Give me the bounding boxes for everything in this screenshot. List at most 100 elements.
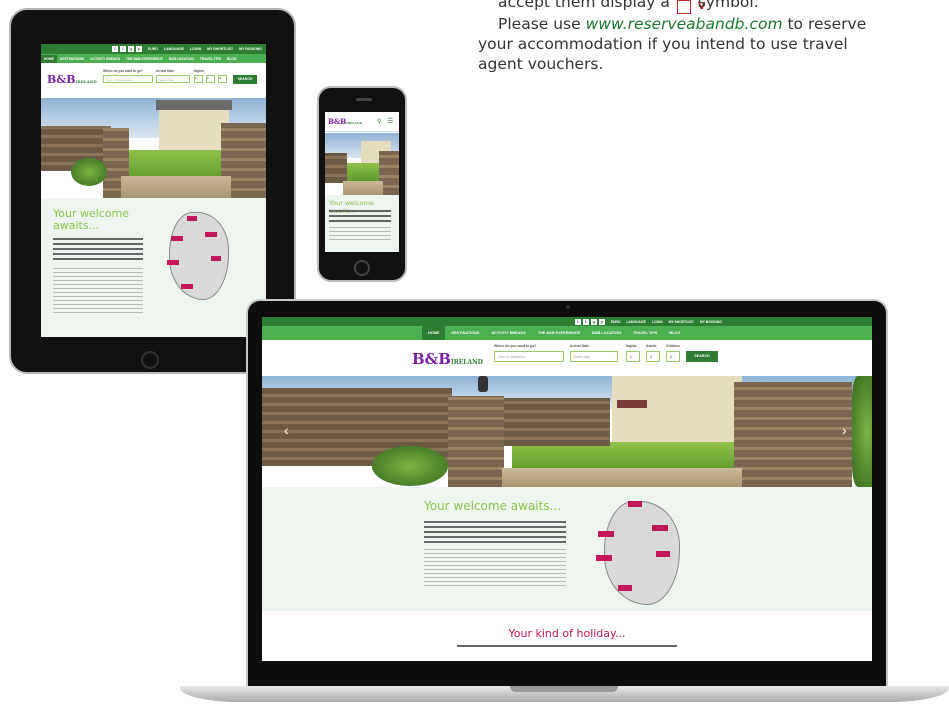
welcome-title: Your welcome awaits... (424, 499, 562, 513)
map-pin[interactable] (618, 585, 632, 591)
laptop-screen: f t g p EURO LANGUAGE LOGIN MY SHORTLIST… (262, 317, 872, 661)
arrival-input[interactable]: Select date (156, 75, 190, 83)
reserve-link[interactable]: www.reserveabandb.com (586, 15, 783, 33)
adults-select[interactable]: 2 (206, 75, 215, 83)
iphone-welcome: Your welcome awaits... (325, 195, 399, 252)
search-button[interactable]: SEARCH (233, 75, 257, 84)
map-pin[interactable] (652, 525, 668, 531)
iphone-hero-image (325, 133, 399, 195)
where-input[interactable]: Town or destination (494, 351, 564, 362)
nav-home[interactable]: HOME (422, 326, 446, 340)
facebook-icon[interactable]: f (111, 46, 118, 52)
iphone-header: B&BIRELAND ⚲ ☰ (325, 112, 399, 132)
facebook-icon[interactable]: f (574, 318, 581, 325)
nav-activity[interactable]: ACTIVITY BREAKS (87, 55, 123, 63)
hero-house (159, 106, 229, 154)
instruction-text: accept them display a V symbol. Please u… (478, 0, 918, 74)
nights-select[interactable]: 1 (194, 75, 203, 83)
search-button[interactable]: SEARCH (686, 351, 718, 362)
hero-pier-right (734, 382, 852, 487)
topbar-login[interactable]: LOGIN (190, 47, 201, 51)
welcome-body-text (53, 268, 143, 316)
topbar-language[interactable]: LANGUAGE (626, 320, 645, 324)
map-pin[interactable] (187, 216, 197, 221)
hero-path (502, 468, 742, 487)
map-pin[interactable] (171, 236, 183, 241)
nav-location[interactable]: B&B LOCATION (166, 55, 197, 63)
laptop-holiday-section: Your kind of holiday... (262, 611, 872, 661)
menu-icon[interactable]: ☰ (387, 117, 393, 125)
text-fragment: symbol. (697, 0, 759, 11)
google-icon[interactable]: g (590, 318, 597, 325)
nav-tips[interactable]: TRAVEL TIPS (627, 326, 663, 340)
where-label: Where do you want to go? (494, 344, 537, 348)
nav-destinations[interactable]: DESTINATIONS (445, 326, 485, 340)
welcome-lead-text (424, 521, 566, 543)
arrival-input[interactable]: Select date (570, 351, 618, 362)
ipad-logo[interactable]: B&BIRELAND (47, 73, 97, 86)
topbar-shortlist[interactable]: MY SHORTLIST (207, 47, 233, 51)
hero-wall-back (500, 398, 610, 446)
google-icon[interactable]: g (127, 46, 134, 52)
topbar-euro[interactable]: EURO (148, 47, 158, 51)
twitter-icon[interactable]: t (582, 318, 589, 325)
children-select[interactable]: 0 (666, 351, 680, 362)
adults-select[interactable]: 2 (646, 351, 660, 362)
adults-label: Adults (646, 344, 657, 348)
welcome-body-text (424, 549, 566, 589)
iphone-screen: B&BIRELAND ⚲ ☰ Your welcome awaits... (325, 112, 399, 252)
logo-sub: IRELAND (75, 79, 97, 84)
laptop-logo[interactable]: B&BIRELAND (412, 350, 483, 368)
map-pin[interactable] (181, 284, 193, 289)
where-input[interactable]: Town or destination (103, 75, 153, 83)
logo-main: B&B (412, 350, 451, 368)
map-pin[interactable] (596, 555, 612, 561)
nights-select[interactable]: 1 (626, 351, 640, 362)
map-pin[interactable] (628, 501, 642, 507)
nav-destinations[interactable]: DESTINATIONS (57, 55, 87, 63)
nav-tips[interactable]: TRAVEL TIPS (197, 55, 224, 63)
topbar-login[interactable]: LOGIN (652, 320, 663, 324)
text-line-2: your accommodation if you intend to use … (478, 35, 848, 53)
iphone-logo[interactable]: B&BIRELAND (328, 117, 362, 126)
map-pin[interactable] (167, 260, 179, 265)
laptop-welcome: Your welcome awaits... (262, 487, 872, 611)
logo-main: B&B (328, 117, 347, 126)
search-icon[interactable]: ⚲ (377, 118, 381, 125)
nav-blog[interactable]: BLOG (224, 55, 240, 63)
welcome-body-text (329, 227, 391, 241)
pinterest-icon[interactable]: p (598, 318, 605, 325)
nav-activity[interactable]: ACTIVITY BREAKS (485, 326, 531, 340)
topbar-shortlist[interactable]: MY SHORTLIST (669, 320, 694, 324)
welcome-title: Your welcome awaits... (53, 208, 129, 232)
laptop-hero-image: ‹ › (262, 376, 872, 487)
prev-slide-icon[interactable]: ‹ (284, 422, 289, 438)
laptop-camera (566, 305, 570, 309)
topbar-euro[interactable]: EURO (611, 320, 621, 324)
twitter-icon[interactable]: t (119, 46, 126, 52)
text-fragment: to reserve (787, 15, 867, 33)
ipad-welcome: Your welcome awaits... (41, 198, 266, 337)
ireland-map[interactable] (592, 495, 702, 607)
nav-experience[interactable]: THE B&B EXPERIENCE (123, 55, 166, 63)
children-select[interactable]: 0 (218, 75, 227, 83)
topbar-booking[interactable]: MY BOOKING (239, 47, 262, 51)
nav-experience[interactable]: THE B&B EXPERIENCE (532, 326, 586, 340)
map-pin[interactable] (205, 232, 217, 237)
map-pin[interactable] (211, 256, 221, 261)
topbar-booking[interactable]: MY BOOKING (700, 320, 722, 324)
ipad-screen: f t g p EURO LANGUAGE LOGIN MY SHORTLIST… (41, 44, 266, 337)
text-line-1: Please use www.reserveabandb.com to rese… (478, 14, 918, 34)
text-fragment: Please use (498, 15, 581, 33)
nav-blog[interactable]: BLOG (663, 326, 686, 340)
nav-location[interactable]: B&B LOCATION (586, 326, 627, 340)
nav-home[interactable]: HOME (41, 54, 57, 63)
next-slide-icon[interactable]: › (842, 422, 847, 438)
hero-shrub (372, 446, 448, 486)
map-pin[interactable] (598, 531, 614, 537)
pinterest-icon[interactable]: p (135, 46, 142, 52)
ipad-header: B&BIRELAND Where do you want to go? Town… (41, 63, 266, 98)
topbar-language[interactable]: LANGUAGE (164, 47, 184, 51)
ireland-map[interactable] (161, 208, 241, 308)
map-pin[interactable] (656, 551, 670, 557)
